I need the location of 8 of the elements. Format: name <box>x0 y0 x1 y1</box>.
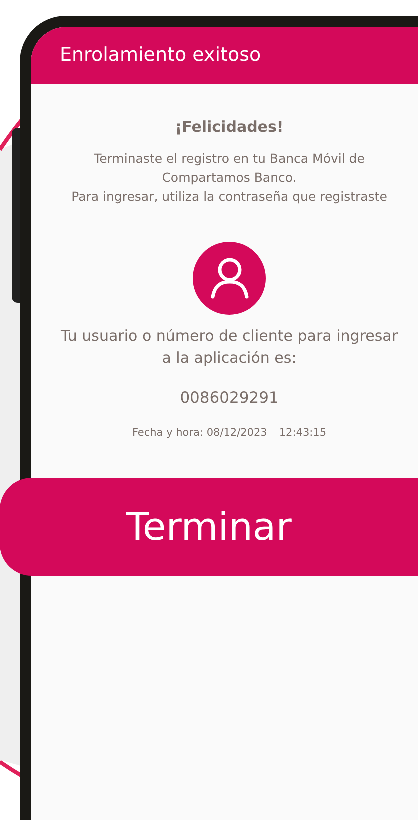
time-value: 12:43:15 <box>279 426 327 441</box>
header-title: Enrolamiento exitoso <box>60 43 262 68</box>
username-label: Tu usuario o número de cliente para ingresar a la aplicación es: <box>60 326 398 368</box>
client-number: 0086029291 <box>180 388 279 408</box>
success-message: Terminaste el registro en tu Banca Móvil de Compartamos Banco. Para ingresar, utiliza la contraseña que registraste <box>72 150 388 206</box>
date-label: Fecha y hora: 08/12/2023 <box>132 426 268 441</box>
finish-button[interactable]: Terminar <box>0 478 418 576</box>
congrats-heading: ¡Felicidades! <box>175 117 284 138</box>
